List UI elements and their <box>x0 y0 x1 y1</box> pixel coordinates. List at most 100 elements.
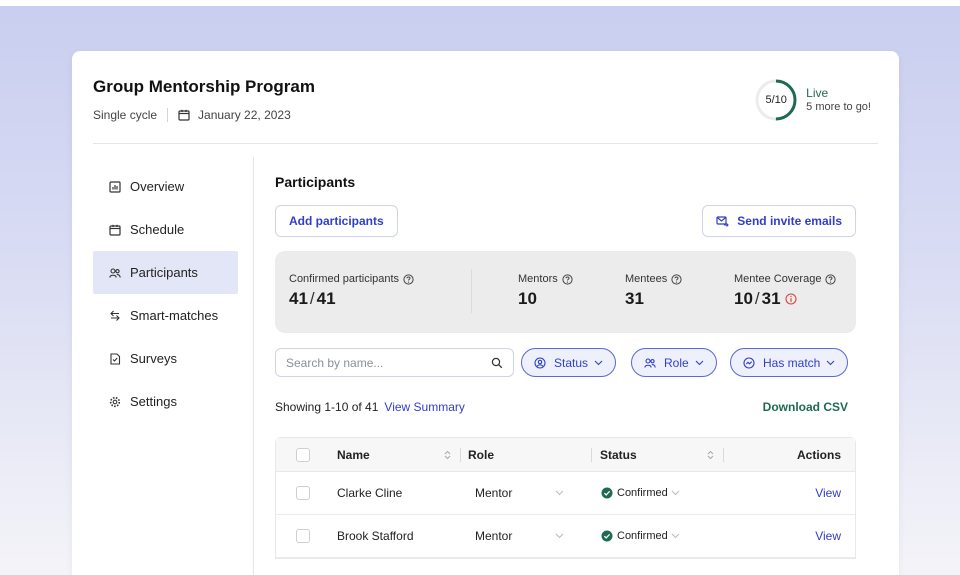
sidebar-item-smart-matches[interactable]: Smart-matches <box>93 294 238 337</box>
cycle-label: Single cycle <box>93 108 158 122</box>
view-summary-link[interactable]: View Summary <box>384 400 464 414</box>
chevron-down-icon[interactable] <box>555 533 564 539</box>
warning-info-icon[interactable] <box>785 293 797 305</box>
progress-indicator: 5/10 Live 5 more to go! <box>754 78 871 122</box>
add-participants-button[interactable]: Add participants <box>275 205 398 237</box>
help-icon[interactable] <box>825 273 837 285</box>
sidebar-item-schedule[interactable]: Schedule <box>93 208 238 251</box>
stat-mentors: Mentors 10 <box>518 273 573 309</box>
sort-icon[interactable] <box>707 450 714 460</box>
view-link[interactable]: View <box>815 486 841 500</box>
sort-icon[interactable] <box>444 450 451 460</box>
row-checkbox[interactable] <box>296 486 310 500</box>
search-box <box>275 348 514 377</box>
status-filter-label: Status <box>554 355 589 370</box>
search-input[interactable] <box>286 355 491 370</box>
column-header-actions: Actions <box>796 447 841 462</box>
program-meta: Single cycle January 22, 2023 <box>93 108 291 122</box>
table-row: Clarke Cline Mentor Confirmed View <box>276 472 855 515</box>
column-divider <box>723 448 724 462</box>
status-select[interactable]: Confirmed <box>601 530 680 542</box>
meta-divider <box>167 108 169 122</box>
column-header-role: Role <box>468 447 495 462</box>
showing-text: Showing 1-10 of 41 <box>275 400 379 414</box>
role-filter-button[interactable]: Role <box>631 348 717 377</box>
column-divider <box>591 448 592 462</box>
live-status: Live <box>806 86 829 100</box>
stat-label: Mentors <box>518 273 558 285</box>
sidebar-item-label: Overview <box>130 179 185 194</box>
sidebar-item-participants[interactable]: Participants <box>93 251 238 294</box>
status-label: Confirmed <box>617 530 668 542</box>
status-filter-button[interactable]: Status <box>521 348 617 377</box>
mail-send-icon <box>716 216 730 227</box>
chart-icon <box>108 180 122 194</box>
header-divider <box>93 143 878 144</box>
match-icon <box>743 356 755 369</box>
stat-confirmed: Confirmed participants 41/41 <box>289 273 414 309</box>
chevron-down-icon <box>671 533 680 539</box>
stats-panel: Confirmed participants 41/41 Mentors 10 … <box>275 251 856 333</box>
help-icon[interactable] <box>403 273 414 285</box>
sidebar-item-label: Smart-matches <box>130 308 219 323</box>
check-circle-icon <box>601 530 613 542</box>
has-match-filter-button[interactable]: Has match <box>730 348 849 377</box>
stat-label: Mentees <box>625 273 668 285</box>
row-checkbox[interactable] <box>296 529 310 543</box>
participant-name: Brook Stafford <box>337 529 414 543</box>
program-date: January 22, 2023 <box>198 108 291 122</box>
progress-remaining: 5 more to go! <box>806 101 871 113</box>
status-icon <box>534 356 546 369</box>
sidebar-item-settings[interactable]: Settings <box>93 380 238 423</box>
help-icon[interactable] <box>671 273 682 285</box>
participants-table: Name Role Status Actions Clarke Cline Me… <box>275 437 856 559</box>
swap-icon <box>108 309 122 323</box>
stat-value: 10 <box>734 289 753 308</box>
chevron-down-icon <box>671 490 680 496</box>
survey-icon <box>108 352 122 366</box>
stat-value: 31 <box>625 289 644 308</box>
sidebar-divider <box>253 157 254 575</box>
role-select[interactable]: Mentor <box>475 486 512 500</box>
select-all-checkbox[interactable] <box>296 447 310 462</box>
status-select[interactable]: Confirmed <box>601 487 680 499</box>
results-count: Showing 1-10 of 41 View Summary <box>275 400 465 414</box>
status-label: Confirmed <box>617 487 668 499</box>
table-header: Name Role Status Actions <box>276 438 855 472</box>
slash-separator: / <box>309 289 315 308</box>
download-csv-link[interactable]: Download CSV <box>763 400 848 414</box>
chevron-down-icon <box>695 360 704 365</box>
chevron-down-icon <box>594 360 603 365</box>
column-header-status[interactable]: Status <box>600 448 637 462</box>
program-title: Group Mentorship Program <box>93 77 315 96</box>
sidebar-item-surveys[interactable]: Surveys <box>93 337 238 380</box>
calendar-icon <box>108 223 122 237</box>
sidebar-item-overview[interactable]: Overview <box>93 165 238 208</box>
help-icon[interactable] <box>562 273 573 285</box>
stat-label: Confirmed participants <box>289 273 400 285</box>
slash-separator: / <box>754 289 760 308</box>
section-title: Participants <box>275 174 356 190</box>
search-icon[interactable] <box>491 357 503 369</box>
table-row: Brook Stafford Mentor Confirmed View <box>276 515 855 558</box>
calendar-icon <box>178 109 190 121</box>
sidebar-item-label: Settings <box>130 394 177 409</box>
chevron-down-icon[interactable] <box>555 490 564 496</box>
column-header-name[interactable]: Name <box>337 448 370 462</box>
sidebar-item-label: Schedule <box>130 222 185 237</box>
progress-ring: 5/10 <box>754 78 798 122</box>
role-filter-label: Role <box>664 355 689 370</box>
sidebar-item-label: Surveys <box>130 351 177 366</box>
gear-icon <box>108 395 122 409</box>
check-circle-icon <box>601 487 613 499</box>
top-strip <box>0 0 960 6</box>
stat-total: 41 <box>316 289 336 308</box>
role-select[interactable]: Mentor <box>475 529 512 543</box>
has-match-filter-label: Has match <box>763 355 821 370</box>
send-invite-emails-button[interactable]: Send invite emails <box>702 205 856 237</box>
send-invite-label: Send invite emails <box>737 214 842 228</box>
view-link[interactable]: View <box>815 529 841 543</box>
users-icon <box>644 357 656 368</box>
stats-divider <box>471 269 472 313</box>
program-card: Group Mentorship Program Single cycle Ja… <box>72 51 899 575</box>
